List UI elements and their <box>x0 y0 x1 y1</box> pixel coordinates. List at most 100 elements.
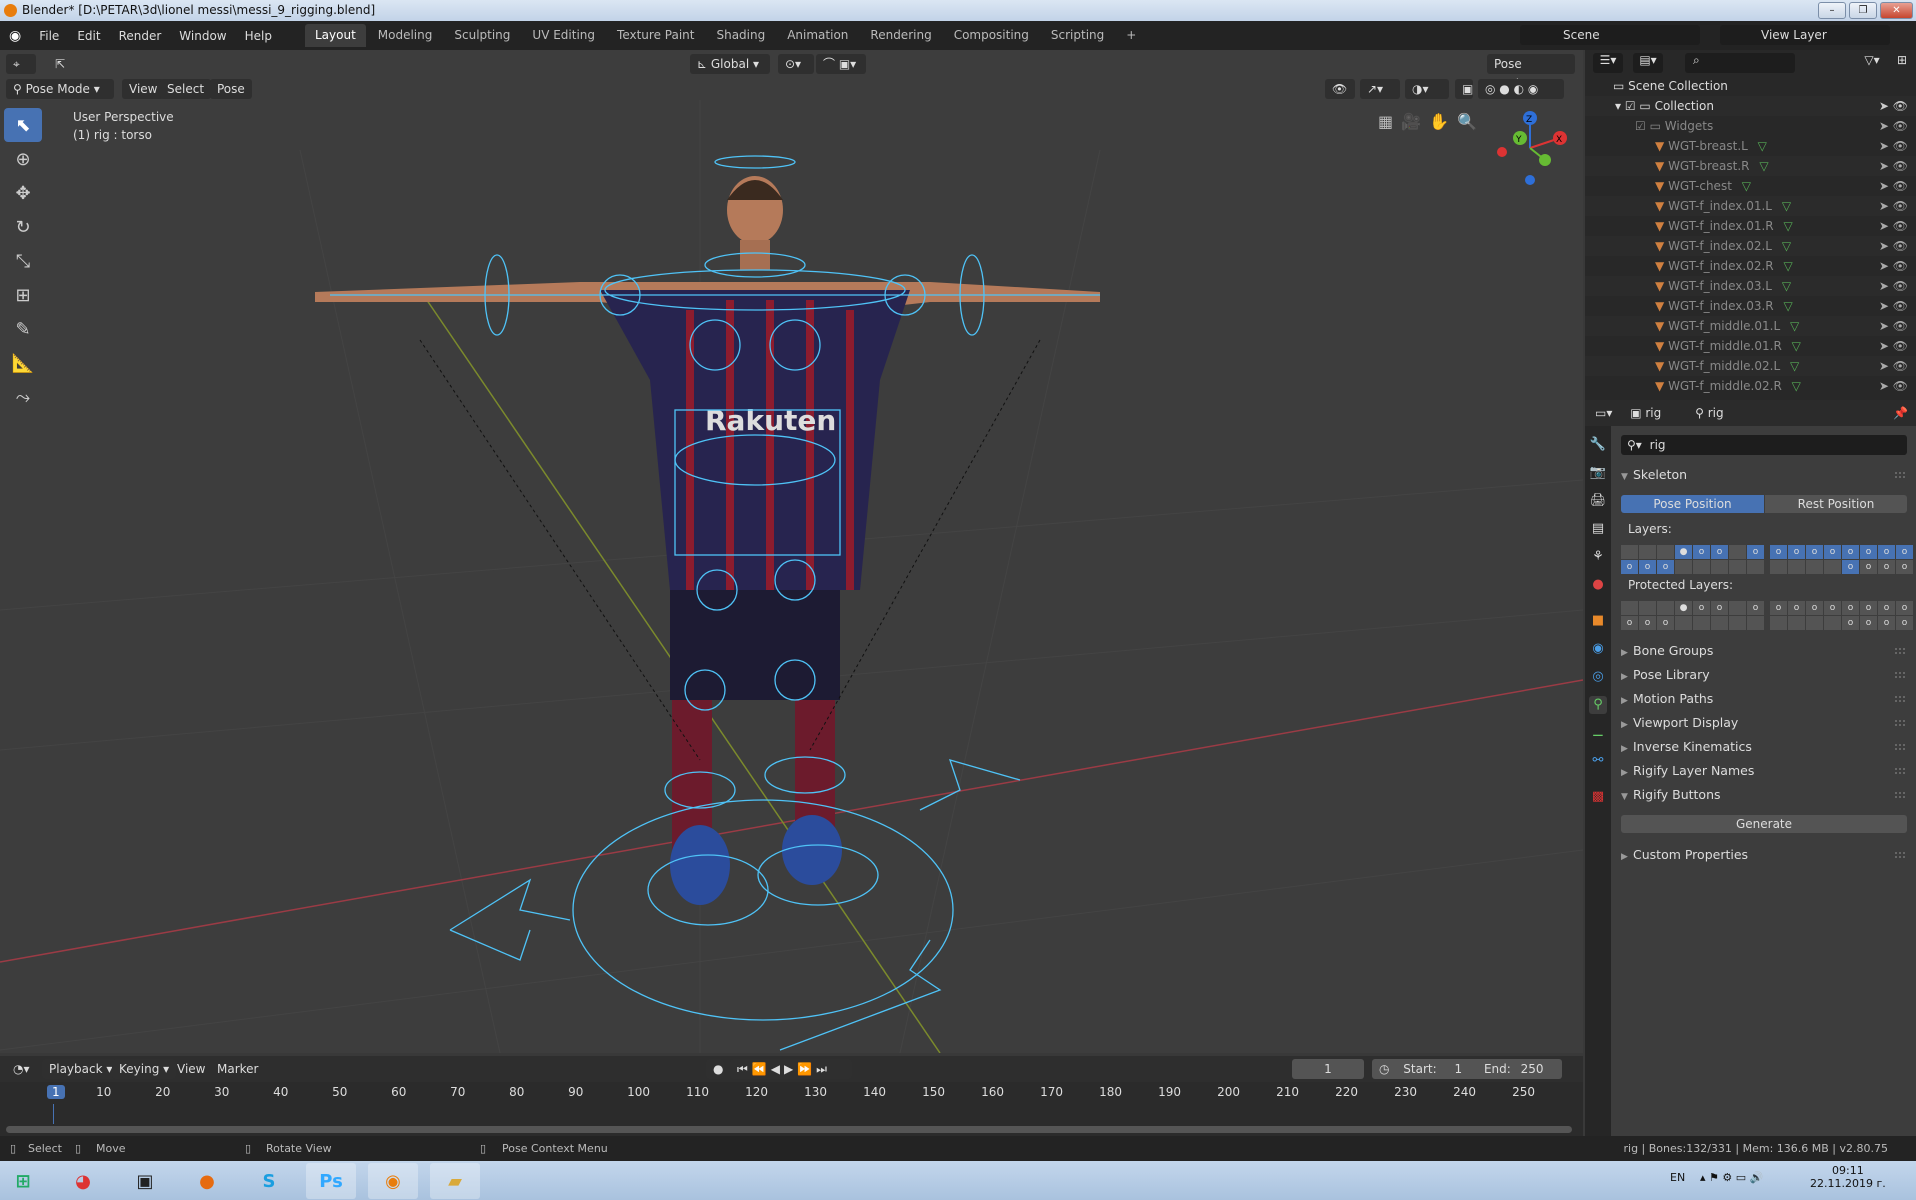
visibility-icons[interactable]: ➤ 👁 <box>1879 336 1908 356</box>
outliner-editor-type-icon[interactable]: ☰▾ <box>1593 53 1623 73</box>
tab-animation[interactable]: Animation <box>777 24 858 47</box>
camera-view-icon[interactable]: 🎥 <box>1401 112 1421 131</box>
app-taskbar-icon[interactable]: ▣ <box>120 1163 170 1199</box>
tab-texture-paint[interactable]: Texture Paint <box>607 24 704 47</box>
outliner-item[interactable]: ▼ WGT-f_index.02.R ▽ ➤ 👁 <box>1585 256 1916 276</box>
layer-toggle[interactable]: o <box>1860 560 1877 574</box>
panel-header[interactable]: ▶ Bone Groups <box>1621 640 1911 662</box>
layer-toggle[interactable]: o <box>1878 601 1895 615</box>
armature-data-tab-icon[interactable]: ⚲ <box>1589 696 1607 714</box>
layer-toggle[interactable] <box>1824 616 1841 630</box>
layer-toggle[interactable]: o <box>1747 545 1764 559</box>
playhead-line[interactable] <box>53 1104 54 1124</box>
visibility-icons[interactable]: ➤ 👁 <box>1879 216 1908 236</box>
layer-toggle[interactable] <box>1711 560 1728 574</box>
layer-toggle[interactable]: o <box>1878 616 1895 630</box>
pose-position-button[interactable]: Pose Position <box>1621 495 1764 513</box>
outliner-item[interactable]: ▼ WGT-f_index.01.L ▽ ➤ 👁 <box>1585 196 1916 216</box>
visibility-icons[interactable]: ➤ 👁 <box>1879 356 1908 376</box>
layer-toggle[interactable]: o <box>1860 601 1877 615</box>
panel-header[interactable]: ▶ Rigify Layer Names <box>1621 760 1911 782</box>
layer-toggle[interactable] <box>1788 616 1805 630</box>
new-collection-icon[interactable]: ⊞ <box>1892 53 1912 73</box>
visibility-icons[interactable]: ➤ 👁 <box>1879 296 1908 316</box>
layer-toggle[interactable]: o <box>1747 601 1764 615</box>
playback-controls[interactable]: ⏮⏪◀▶⏩⏭ <box>730 1059 852 1079</box>
layer-toggle[interactable] <box>1675 560 1692 574</box>
select-box-icon[interactable]: ⇱ <box>48 54 74 74</box>
tab-modeling[interactable]: Modeling <box>368 24 443 47</box>
tool-tab-icon[interactable]: 🔧 <box>1589 436 1607 454</box>
layer-toggle[interactable] <box>1806 560 1823 574</box>
bone-tool-icon[interactable]: ⤳ <box>4 380 42 414</box>
tab-uv-editing[interactable]: UV Editing <box>522 24 605 47</box>
outliner-search-input[interactable]: ⌕ <box>1685 53 1795 73</box>
layer-toggle[interactable] <box>1729 545 1746 559</box>
snap-button[interactable]: ⌒ ▣▾ <box>816 54 866 74</box>
mode-dropdown[interactable]: ⚲ Pose Mode ▾ <box>6 79 114 99</box>
outliner-item[interactable]: ▼ WGT-f_index.01.R ▽ ➤ 👁 <box>1585 216 1916 236</box>
move-tool-icon[interactable]: ✥ <box>4 176 42 210</box>
current-frame-field[interactable]: 1 <box>1292 1059 1364 1079</box>
pose-options-dropdown[interactable]: Pose Options ▾ <box>1487 54 1575 91</box>
layer-toggle[interactable] <box>1824 560 1841 574</box>
record-button[interactable]: ● <box>706 1059 724 1079</box>
layer-toggle[interactable] <box>1657 545 1674 559</box>
menu-select[interactable]: Select <box>160 79 212 99</box>
ortho-toggle-icon[interactable]: ▦ <box>1378 112 1393 131</box>
tray-icons[interactable]: ▴ ⚑ ⚙ ▭ 🔊 <box>1700 1171 1763 1184</box>
layer-toggle[interactable] <box>1711 616 1728 630</box>
chrome-taskbar-icon[interactable]: ◕ <box>58 1163 108 1199</box>
layer-toggle[interactable]: o <box>1842 560 1859 574</box>
layer-toggle[interactable] <box>1729 560 1746 574</box>
visibility-dropdown[interactable]: 👁 <box>1325 79 1355 99</box>
gizmo-toggle[interactable]: ↗▾ <box>1360 79 1400 99</box>
panel-header[interactable]: ▶ Pose Library <box>1621 664 1911 686</box>
layers-grid-right[interactable]: oooooooooooo <box>1770 545 1913 574</box>
layer-toggle[interactable] <box>1621 601 1638 615</box>
layer-toggle[interactable]: o <box>1621 616 1638 630</box>
cursor-tool-icon[interactable]: ⊕ <box>4 142 42 176</box>
bone-tab-icon[interactable]: ⚊ <box>1589 724 1607 742</box>
visibility-icons[interactable]: ➤ 👁 <box>1879 136 1908 156</box>
measure-tool-icon[interactable]: 📐 <box>4 346 42 380</box>
outliner-item[interactable]: ▼ WGT-f_middle.02.L ▽ ➤ 👁 <box>1585 356 1916 376</box>
layer-toggle[interactable]: o <box>1657 560 1674 574</box>
start-button-icon[interactable]: ⊞ <box>0 1163 46 1199</box>
layer-toggle[interactable] <box>1729 616 1746 630</box>
protected-layers-grid-left[interactable]: ● o o o o o o <box>1621 601 1764 630</box>
language-indicator[interactable]: EN <box>1670 1171 1685 1184</box>
visibility-icons[interactable]: ➤ 👁 <box>1879 236 1908 256</box>
outliner-item[interactable]: ▼ WGT-f_index.02.L ▽ ➤ 👁 <box>1585 236 1916 256</box>
menu-timeline-view[interactable]: View <box>170 1059 212 1079</box>
outliner-item[interactable]: ▼ WGT-f_middle.01.R ▽ ➤ 👁 <box>1585 336 1916 356</box>
layer-toggle[interactable]: o <box>1639 560 1656 574</box>
close-button[interactable]: ✕ <box>1880 2 1913 19</box>
layer-toggle[interactable]: o <box>1842 545 1859 559</box>
layer-toggle[interactable] <box>1639 545 1656 559</box>
tab-layout[interactable]: Layout <box>304 24 366 47</box>
menu-view[interactable]: View <box>122 79 165 99</box>
layer-toggle[interactable]: o <box>1693 545 1710 559</box>
visibility-icons[interactable]: ➤ 👁 <box>1879 256 1908 276</box>
layers-grid-left[interactable]: ● o o o o o o <box>1621 545 1764 574</box>
widgets-collection-row[interactable]: ☑ ▭ Widgets ➤ 👁 <box>1585 116 1916 136</box>
context-object[interactable]: rig <box>1645 406 1661 420</box>
scene-tab-icon[interactable]: ⚘ <box>1589 548 1607 566</box>
layer-toggle[interactable]: o <box>1860 616 1877 630</box>
panel-header[interactable]: ▶ Motion Paths <box>1621 688 1911 710</box>
tab-compositing[interactable]: Compositing <box>944 24 1039 47</box>
frame-ruler[interactable]: 1 10 20 30 40 50 60 70 80 90 100 110 120 130 140 150 160… <box>0 1082 1583 1104</box>
layer-toggle[interactable]: o <box>1824 601 1841 615</box>
menu-marker[interactable]: Marker <box>210 1059 265 1079</box>
tab-sculpting[interactable]: Sculpting <box>444 24 520 47</box>
collection-row[interactable]: ▾ ☑ ▭ Collection ➤ 👁 <box>1585 96 1916 116</box>
protected-layers-grid-right[interactable]: oooooooooooo <box>1770 601 1913 630</box>
layer-toggle[interactable]: o <box>1842 601 1859 615</box>
timeline-editor-type-icon[interactable]: ◔▾ <box>6 1059 36 1079</box>
layer-toggle[interactable] <box>1693 616 1710 630</box>
photoshop-taskbar-icon[interactable]: Ps <box>306 1163 356 1199</box>
outliner-item[interactable]: ▼ WGT-f_index.03.R ▽ ➤ 👁 <box>1585 296 1916 316</box>
visibility-icons[interactable]: ➤ 👁 <box>1879 156 1908 176</box>
select-tool-icon[interactable]: ⬉ <box>4 108 42 142</box>
